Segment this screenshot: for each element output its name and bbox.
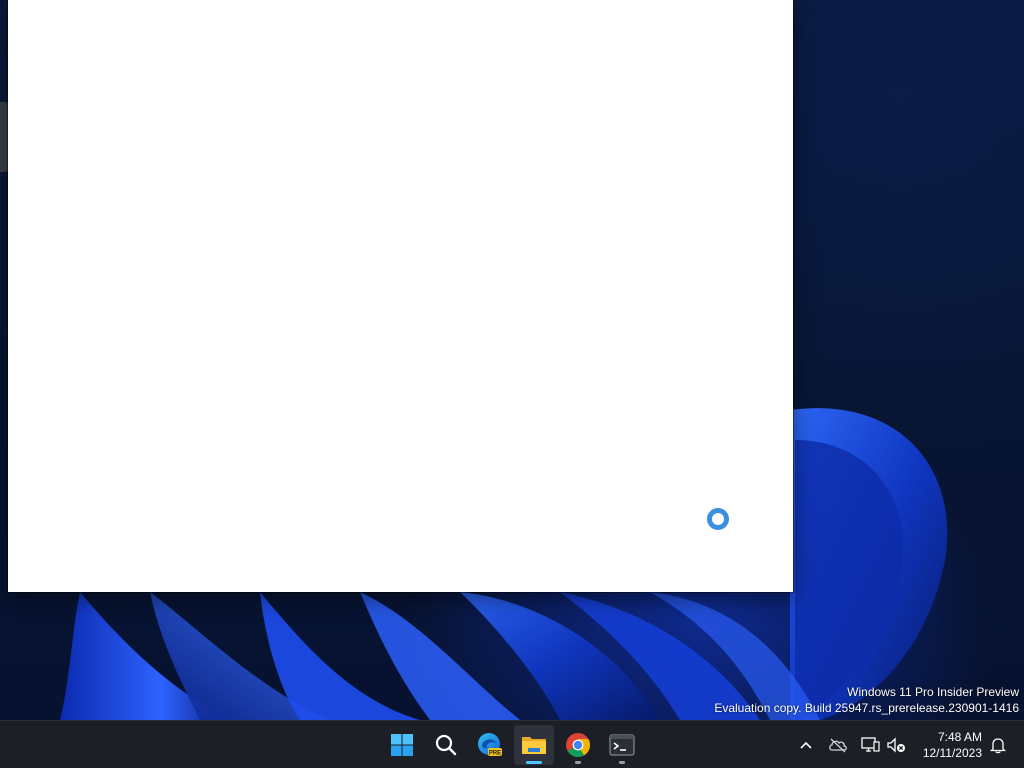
windows-logo-icon — [391, 734, 413, 756]
edge-preview-badge: PRE — [489, 750, 501, 756]
chevron-up-icon — [800, 741, 812, 749]
taskbar: PRE 7:48 AM 12/11/2023 — [0, 720, 1024, 768]
onedrive-tray-button[interactable] — [826, 733, 850, 757]
start-button[interactable] — [382, 725, 422, 765]
search-icon — [435, 734, 457, 756]
edge-preview-app[interactable]: PRE — [470, 725, 510, 765]
running-app-indicator — [619, 761, 625, 764]
volume-muted-icon — [887, 737, 905, 753]
watermark-edition: Windows 11 Pro Insider Preview — [847, 685, 1019, 699]
chrome-icon — [566, 733, 591, 758]
clock-date: 12/11/2023 — [922, 746, 982, 760]
show-hidden-icons-button[interactable] — [794, 733, 818, 757]
onedrive-offline-icon — [829, 738, 847, 753]
network-tray-button[interactable] — [858, 733, 882, 757]
folder-icon — [522, 737, 546, 754]
active-app-indicator — [526, 761, 542, 764]
running-app-indicator — [575, 761, 581, 764]
file-explorer-app[interactable] — [514, 725, 554, 765]
loading-spinner-icon — [707, 508, 729, 530]
edge-preview-icon: PRE — [478, 733, 502, 756]
terminal-app[interactable] — [602, 725, 642, 765]
notification-center-button[interactable] — [986, 733, 1010, 757]
network-icon — [861, 737, 880, 752]
clock-time: 7:48 AM — [937, 730, 982, 744]
desktop: Windows 11 Pro Insider Preview Evaluatio… — [0, 0, 1024, 720]
volume-tray-button[interactable] — [884, 733, 908, 757]
search-button[interactable] — [426, 725, 466, 765]
desktop-watermark: Windows 11 Pro Insider Preview Evaluatio… — [714, 685, 1019, 716]
watermark-build: Evaluation copy. Build 25947.rs_prerelea… — [714, 700, 1019, 715]
terminal-icon — [609, 734, 635, 756]
chrome-app[interactable] — [558, 725, 598, 765]
app-window-loading[interactable] — [8, 0, 793, 592]
notification-bell-icon — [989, 738, 1007, 754]
window-edge-handle[interactable] — [0, 102, 8, 172]
taskbar-clock[interactable]: 7:48 AM 12/11/2023 — [912, 729, 982, 761]
